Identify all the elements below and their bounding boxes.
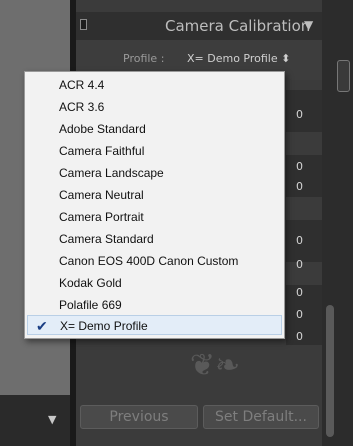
panel-title: Camera Calibration bbox=[165, 17, 311, 35]
slider-value[interactable]: 0 bbox=[296, 180, 303, 193]
menu-item-label: Camera Neutral bbox=[59, 188, 144, 202]
menu-item-label: Canon EOS 400D Canon Custom bbox=[59, 254, 239, 268]
scroll-thumb[interactable] bbox=[326, 305, 334, 437]
menu-item-label: Camera Faithful bbox=[59, 144, 145, 158]
menu-item-label: ACR 3.6 bbox=[59, 100, 105, 114]
menu-item[interactable]: Camera Neutral bbox=[25, 185, 284, 205]
menu-item-label: Polafile 669 bbox=[59, 298, 122, 312]
slider-value[interactable]: 0 bbox=[296, 108, 303, 121]
slider-value[interactable]: 0 bbox=[296, 286, 303, 299]
slider-strip bbox=[286, 220, 322, 262]
panel-end-ornament-icon: ❦❧ bbox=[189, 348, 241, 383]
slider-strip bbox=[286, 90, 322, 132]
slider-value[interactable]: 0 bbox=[296, 234, 303, 247]
menu-item-label: Adobe Standard bbox=[59, 122, 146, 136]
menu-item-label: Camera Standard bbox=[59, 232, 154, 246]
slider-value[interactable]: 0 bbox=[296, 258, 303, 271]
menu-item[interactable]: Kodak Gold bbox=[25, 273, 284, 293]
menu-item[interactable]: Camera Portrait bbox=[25, 207, 284, 227]
menu-item[interactable]: Canon EOS 400D Canon Custom bbox=[25, 251, 284, 271]
filmstrip-toggle-icon[interactable]: ▼ bbox=[48, 413, 56, 426]
menu-item[interactable]: Camera Faithful bbox=[25, 141, 284, 161]
slider-value[interactable]: 0 bbox=[296, 330, 303, 343]
menu-item-label: Camera Portrait bbox=[59, 210, 144, 224]
slider-value[interactable]: 0 bbox=[296, 308, 303, 321]
slider-strip bbox=[286, 155, 322, 197]
filmstrip-bar bbox=[0, 395, 75, 446]
menu-item[interactable]: ACR 4.4 bbox=[25, 75, 284, 95]
menu-item-label: Camera Landscape bbox=[59, 166, 164, 180]
menu-item-label: X= Demo Profile bbox=[60, 319, 148, 333]
collapse-caret-icon[interactable]: ▼ bbox=[304, 18, 313, 32]
previous-button[interactable]: Previous bbox=[80, 405, 198, 429]
menu-item-label: Kodak Gold bbox=[59, 276, 122, 290]
profile-dropdown-menu: ACR 4.4 ACR 3.6 Adobe Standard Camera Fa… bbox=[24, 71, 285, 339]
panel-switch-icon[interactable] bbox=[80, 19, 87, 30]
slider-strip bbox=[286, 285, 322, 345]
profile-label: Profile : bbox=[123, 52, 165, 65]
menu-item[interactable]: Camera Standard bbox=[25, 229, 284, 249]
slider-value[interactable]: 0 bbox=[296, 160, 303, 173]
set-default-button[interactable]: Set Default... bbox=[203, 405, 319, 429]
menu-item[interactable]: ACR 3.6 bbox=[25, 97, 284, 117]
menu-item[interactable]: Polafile 669 bbox=[25, 295, 284, 315]
menu-item-label: ACR 4.4 bbox=[59, 78, 105, 92]
menu-item[interactable]: Adobe Standard bbox=[25, 119, 284, 139]
profile-select[interactable]: X= Demo Profile ⬍ bbox=[187, 52, 290, 65]
scroll-top-handle[interactable] bbox=[337, 60, 350, 92]
checkmark-icon: ✔ bbox=[36, 318, 48, 334]
menu-item-selected[interactable]: ✔ X= Demo Profile bbox=[27, 315, 282, 335]
menu-item[interactable]: Camera Landscape bbox=[25, 163, 284, 183]
